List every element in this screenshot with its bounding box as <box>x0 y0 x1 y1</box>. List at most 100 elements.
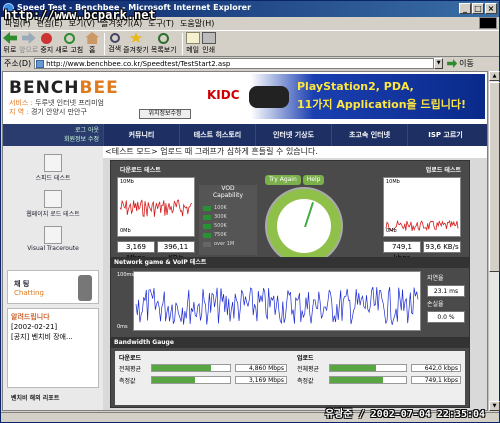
network-series-line <box>135 286 419 325</box>
vod-capability: VOD Capability 100K 300K 500K 750K over … <box>199 185 257 255</box>
service-info: 서비스 : 두루넷 인터넷 프리미엄 지 역 : 경기 안양시 만안구 <box>9 99 104 116</box>
site-nav: 로그 아웃 회원정보 수정 커뮤니티 테스트 히스토리 인터넷 기상도 초고속 … <box>3 124 487 146</box>
upload-measured-value: 749,1 kbps <box>411 376 461 384</box>
overseas-report-link[interactable]: 벤치비 해외 리포트 <box>7 392 99 406</box>
download-title: 다운로드 테스트 <box>120 167 161 174</box>
upload-series-line <box>385 219 459 232</box>
favorites-star-icon <box>129 32 143 43</box>
upload-kbs-value: 93,6 KB/s <box>423 241 461 253</box>
bandwidth-title: Bandwidth Gauge <box>111 337 469 348</box>
gamepad-image <box>249 86 289 108</box>
ie-window: Speed Test - Benchbee - Microsoft Intern… <box>0 0 500 423</box>
go-arrow-icon <box>447 59 458 68</box>
stop-icon <box>41 32 53 44</box>
toolbar-separator <box>181 32 183 55</box>
tab-isp-choose[interactable]: ISP 고르기 <box>407 124 483 146</box>
gauge-dial <box>265 187 343 265</box>
upload-title: 업로드 테스트 <box>425 167 461 174</box>
mail-icon <box>185 32 200 44</box>
page-viewport: BENCHBEE 서비스 : 두루넷 인터넷 프리미엄 지 역 : 경기 안양시… <box>2 71 488 411</box>
help-button[interactable]: Help <box>302 175 325 185</box>
speaker-icon <box>78 275 92 301</box>
menu-help[interactable]: 도움말(H) <box>180 18 214 29</box>
scroll-thumb[interactable] <box>489 82 500 272</box>
refresh-icon <box>63 32 75 44</box>
tab-broadband[interactable]: 초고속 인터넷 <box>331 124 407 146</box>
favorites-button[interactable]: 즐겨찾기 <box>123 31 149 57</box>
download-avg-bar <box>151 364 231 372</box>
speed-test-area: <테스트 모드> 업로드 때 그래프가 심하게 흔들릴 수 있습니다. 다운로드… <box>103 146 487 410</box>
home-icon <box>85 32 100 44</box>
download-kbs-value: 396,11 KB/s <box>157 241 195 262</box>
download-mbps-value: 3,169 Mbps <box>117 241 155 262</box>
sidebar-item-webpage-load[interactable]: 웹페이지 로드 테스트 <box>3 182 103 218</box>
refresh-button[interactable]: 새로 고침 <box>55 31 83 57</box>
upload-measured-bar <box>329 376 407 384</box>
notice-box: 알려드립니다 [2002-02-21] [공지] 벤치비 장애... <box>7 308 99 388</box>
back-arrow-icon <box>3 32 17 44</box>
upload-avg-value: 642,0 kbps <box>411 364 461 372</box>
sidebar-item-traceroute[interactable]: Visual Traceroute <box>3 218 103 252</box>
benchbee-logo[interactable]: BENCHBEE <box>9 78 119 98</box>
ad-banner[interactable]: KIDC PlayStation2, PDA, 11가지 Application… <box>199 74 485 119</box>
history-icon <box>158 32 170 44</box>
notice-link[interactable]: [공지] 벤치비 장애... <box>11 332 95 342</box>
bandwidth-gauge: 다운로드 전체평균 측정값 4,860 Mbps 3,169 Mbps 업로드 … <box>115 351 465 405</box>
chat-box[interactable]: 채 팅 Chatting <box>7 270 99 304</box>
stop-button[interactable]: 중지 <box>40 31 53 57</box>
chart-icon <box>44 226 62 244</box>
watermark-url: http://www.bcpark.net <box>4 8 156 22</box>
toolbar-separator <box>104 32 106 55</box>
vod-level: 300K <box>203 214 251 221</box>
latency-value: 23.1 ms <box>427 285 465 297</box>
home-button[interactable]: 홈 <box>85 31 100 57</box>
address-label: 주소(D) <box>4 59 32 68</box>
watermark-credit: 유광준 / 2002-07-04 22:35:04 <box>325 409 486 420</box>
print-button[interactable]: 인쇄 <box>201 31 216 57</box>
speed-test-panel: 다운로드 테스트 10Mb 0Mb 3,169 Mbps 396,11 KB/s… <box>110 160 470 408</box>
logout-link[interactable]: 로그 아웃 <box>3 126 99 135</box>
document-icon <box>44 190 62 208</box>
go-button[interactable]: 이동 <box>447 58 474 69</box>
scroll-up-button[interactable]: ▲ <box>489 71 500 81</box>
history-button[interactable]: 목록보기 <box>151 31 177 57</box>
sidebar-item-speed-test[interactable]: 스피드 테스트 <box>3 146 103 182</box>
download-avg-value: 4,860 Mbps <box>235 364 287 372</box>
address-dropdown-button[interactable]: ▼ <box>434 58 444 69</box>
mail-button[interactable]: 메일 <box>185 31 200 57</box>
vod-level: 750K <box>203 232 251 239</box>
upload-graph: 10Mb 0Mb <box>383 177 461 237</box>
download-graph: 10Mb 0Mb <box>117 177 195 237</box>
tab-test-history[interactable]: 테스트 히스토리 <box>179 124 255 146</box>
toolbar: 뒤로 앞으로 중지 새로 고침 홈 검색 즐겨찾기 목록보기 메일 인쇄 <box>1 30 499 57</box>
try-again-button[interactable]: Try Again <box>265 175 301 185</box>
latency-label: 지연율 <box>427 275 444 282</box>
address-bar: 주소(D) http://www.benchbee.co.kr/Speedtes… <box>1 57 499 70</box>
minimize-button[interactable]: _ <box>459 3 471 14</box>
maximize-button[interactable]: □ <box>472 3 484 14</box>
page-icon <box>36 60 45 68</box>
vod-level: over 1M <box>203 241 251 248</box>
address-input[interactable]: http://www.benchbee.co.kr/Speedtest/Test… <box>34 58 435 69</box>
network-graph-svg <box>135 286 419 325</box>
close-button[interactable]: × <box>485 3 497 14</box>
back-button[interactable]: 뒤로 <box>3 31 17 57</box>
member-edit-link[interactable]: 회원정보 수정 <box>3 135 99 144</box>
tab-community[interactable]: 커뮤니티 <box>103 124 179 146</box>
sidebar: 스피드 테스트 웹페이지 로드 테스트 Visual Traceroute 채 … <box>3 146 103 410</box>
vertical-scrollbar[interactable]: ▲ ▼ <box>488 71 500 411</box>
site-header: BENCHBEE 서비스 : 두루넷 인터넷 프리미엄 지 역 : 경기 안양시… <box>3 72 487 122</box>
search-icon <box>109 33 120 43</box>
location-edit-button[interactable]: 위치정보수정 <box>139 109 191 119</box>
download-measured-value: 3,169 Mbps <box>235 376 287 384</box>
loss-value: 0.0 % <box>427 311 465 323</box>
forward-arrow-icon <box>21 32 36 44</box>
tab-internet-weather[interactable]: 인터넷 기상도 <box>255 124 331 146</box>
scroll-down-button[interactable]: ▼ <box>489 401 500 411</box>
notice-marquee: <테스트 모드> 업로드 때 그래프가 심하게 흔들릴 수 있습니다. <box>103 146 487 158</box>
forward-button[interactable]: 앞으로 <box>19 31 38 57</box>
upload-avg-bar <box>329 364 407 372</box>
search-button[interactable]: 검색 <box>108 31 121 57</box>
speed-gauge: Try Again Help <box>261 175 347 267</box>
download-series-line <box>119 199 193 218</box>
